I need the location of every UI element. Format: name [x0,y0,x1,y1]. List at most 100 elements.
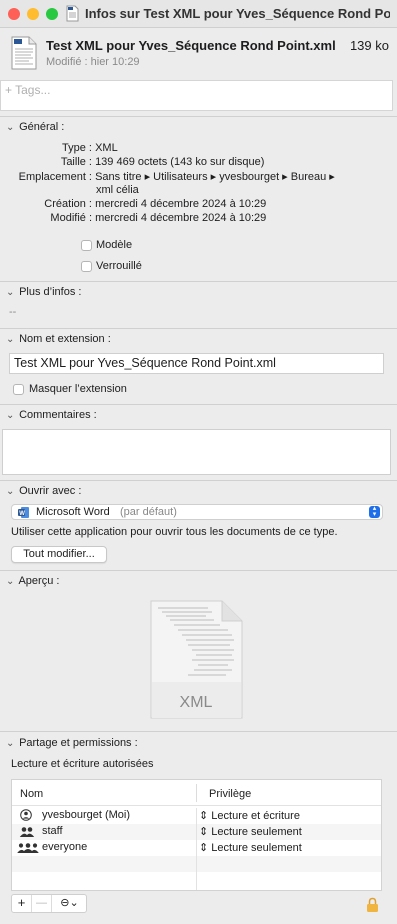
window-title: Infos sur Test XML pour Yves_Séquence Ro… [85,6,390,21]
chevron-down-icon: ⌄ [6,576,15,587]
column-divider [196,808,197,824]
chevron-down-icon: ⌄ [6,287,15,298]
section-title: Partage et permissions : [19,737,138,749]
user-name: staff [42,825,63,837]
remove-user-button[interactable]: — [32,895,52,912]
hide-extension-label: Masquer l’extension [29,383,127,395]
divider [0,480,397,481]
divider [0,281,397,282]
locked-label: Verrouillé [96,260,142,272]
table-header: Nom Privilège [12,780,381,806]
section-preview-header[interactable]: ⌄ Aperçu : [6,575,59,587]
info-value: mercredi 4 décembre 2024 à 10:29 [95,212,267,224]
application-name: Microsoft Word [36,506,110,518]
file-name-heading: Test XML pour Yves_Séquence Rond Point.x… [46,38,336,53]
user-name: everyone [42,841,88,853]
column-divider [196,784,197,802]
divider [0,570,397,571]
file-icon [11,36,37,70]
close-button[interactable] [8,8,20,20]
section-title: Aperçu : [18,575,60,587]
zoom-button[interactable] [46,8,58,20]
chevron-down-icon: ⌄ [6,122,15,133]
privilege-value: Lecture et écriture [211,810,300,822]
title-bar: Infos sur Test XML pour Yves_Séquence Ro… [0,0,397,28]
divider [0,404,397,405]
section-sharing-header[interactable]: ⌄ Partage et permissions : [6,737,138,749]
permission-status: Lecture et écriture autorisées [11,758,154,770]
info-value: 139 469 octets (143 ko sur disque) [95,156,265,168]
section-title: Commentaires : [19,409,97,421]
modified-date: Modifié : hier 10:29 [46,56,140,68]
file-size-heading: 139 ko [349,38,389,53]
info-row-type: Type : XML [62,142,118,154]
add-user-button[interactable]: + [12,895,32,912]
popup-arrows-icon: ⇕ [199,826,209,838]
section-general-header[interactable]: ⌄ Général : [6,121,64,133]
chevron-down-icon: ⌄ [6,738,15,749]
application-default: (par défaut) [120,506,177,518]
tags-field[interactable]: + Tags... [0,80,393,111]
minimize-button[interactable] [27,8,39,20]
lock-icon[interactable] [366,897,379,913]
permissions-toolbar: + — ⊖⌄ [11,894,87,913]
info-row-location: Emplacement : Sans titre ▸ Utilisateurs … [18,171,335,183]
file-preview-thumbnail: XML [150,600,243,719]
popup-arrows-icon: ⇕ [199,842,209,854]
info-row-modified: Modifié : mercredi 4 décembre 2024 à 10:… [50,212,267,224]
filename-value: Test XML pour Yves_Séquence Rond Point.x… [14,356,276,370]
section-name-ext-header[interactable]: ⌄ Nom et extension : [6,333,111,345]
user-name: yvesbourget (Moi) [42,809,131,821]
word-icon: W [18,507,29,518]
column-divider [196,840,197,856]
locked-checkbox[interactable] [81,261,92,272]
section-open-with-header[interactable]: ⌄ Ouvrir avec : [6,485,81,497]
info-value: Sans titre ▸ Utilisateurs ▸ yvesbourget … [95,171,335,183]
privilege-value: Lecture seulement [211,826,302,838]
chevron-down-icon: ⌄ [6,486,15,497]
info-row-size: Taille : 139 469 octets (143 ko sur disq… [60,156,265,168]
table-row-empty [12,872,381,890]
ellipsis-circle-icon: ⊖ [60,897,70,909]
info-row-created: Création : mercredi 4 décembre 2024 à 10… [44,198,267,210]
divider [0,731,397,732]
column-header-privilege[interactable]: Privilège [209,788,251,800]
section-comments-header[interactable]: ⌄ Commentaires : [6,409,97,421]
filename-field[interactable]: Test XML pour Yves_Séquence Rond Point.x… [9,353,384,374]
chevron-down-icon: ⌄ [69,897,79,909]
column-header-name[interactable]: Nom [20,788,43,800]
info-value: mercredi 4 décembre 2024 à 10:29 [95,198,267,210]
section-more-info-header[interactable]: ⌄ Plus d’infos : [6,286,81,298]
column-divider [196,872,197,890]
change-all-label: Tout modifier... [23,548,95,560]
privilege-popup[interactable]: ⇕ Lecture seulement [199,841,302,854]
chevron-down-icon: ⌄ [6,334,15,345]
privilege-value: Lecture seulement [211,842,302,854]
table-row[interactable]: everyone ⇕ Lecture seulement [12,840,381,856]
popup-arrows-icon: ⇕ [199,810,209,822]
change-all-button[interactable]: Tout modifier... [11,546,107,563]
popup-arrows-icon: ▴ ▾ [369,505,380,518]
document-icon [66,5,79,22]
table-row[interactable]: yvesbourget (Moi) ⇕ Lecture et écriture [12,808,381,824]
table-row[interactable]: staff ⇕ Lecture seulement [12,824,381,840]
privilege-popup[interactable]: ⇕ Lecture seulement [199,825,302,838]
section-title: Général : [19,121,65,133]
privilege-popup[interactable]: ⇕ Lecture et écriture [199,809,300,822]
template-checkbox[interactable] [81,240,92,251]
section-title: Plus d’infos : [19,286,82,298]
user-icon [20,809,32,821]
hide-extension-checkbox[interactable] [13,384,24,395]
svg-text:W: W [19,511,25,517]
info-value: xml célia [96,184,139,196]
comments-field[interactable] [2,429,391,475]
info-value: XML [95,142,118,154]
application-popup[interactable]: W Microsoft Word (par défaut) ▴ ▾ [11,504,383,520]
template-label: Modèle [96,239,133,251]
section-title: Nom et extension : [19,333,111,345]
open-with-description: Utiliser cette application pour ouvrir t… [11,526,338,538]
preview-type-label: XML [180,694,213,711]
group-icon [19,827,35,837]
action-menu-button[interactable]: ⊖⌄ [53,895,86,912]
column-divider [196,824,197,840]
